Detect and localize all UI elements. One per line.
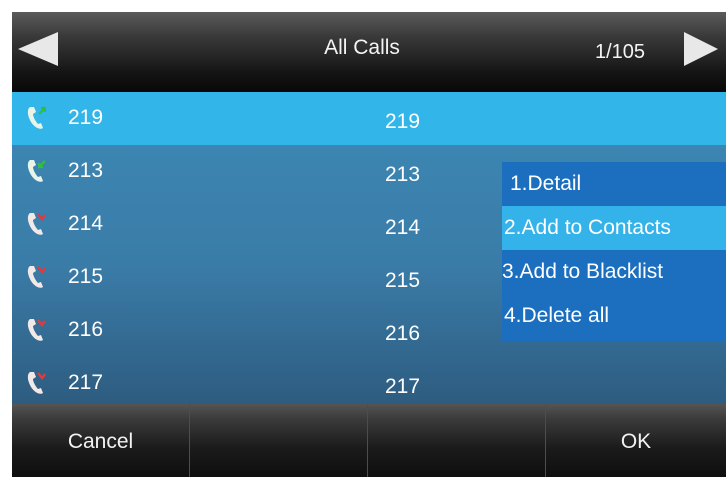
call-name: 215	[68, 265, 104, 288]
call-number: 215	[385, 269, 421, 292]
call-row[interactable]: 217 217	[12, 357, 726, 410]
header-bar: All Calls 1/105	[12, 12, 726, 92]
call-number: 217	[385, 375, 421, 398]
received-call-icon	[27, 160, 46, 182]
call-name: 216	[68, 318, 104, 341]
phone-screen: All Calls 1/105 219 219 213 213 214 214 …	[12, 12, 726, 477]
menu-item-add-to-contacts[interactable]: 2.Add to Contacts	[502, 206, 726, 250]
options-popup-menu: 1.Detail 2.Add to Contacts 3.Add to Blac…	[502, 162, 726, 342]
missed-call-icon	[27, 372, 46, 394]
missed-call-icon	[27, 266, 46, 288]
menu-item-add-to-blacklist[interactable]: 3.Add to Blacklist	[502, 250, 726, 294]
softkey-2[interactable]	[190, 404, 368, 477]
call-number: 214	[385, 216, 421, 239]
next-page-arrow-icon[interactable]	[684, 32, 718, 66]
call-name: 217	[68, 371, 104, 394]
call-number: 213	[385, 163, 421, 186]
call-name: 213	[68, 159, 104, 182]
cancel-softkey[interactable]: Cancel	[12, 404, 190, 477]
outgoing-call-icon	[27, 106, 46, 129]
menu-item-detail[interactable]: 1.Detail	[502, 162, 726, 206]
missed-call-icon	[27, 213, 46, 235]
ok-softkey[interactable]: OK	[546, 404, 726, 477]
page-title: All Calls	[324, 36, 400, 59]
softkey-bar: Cancel OK	[12, 404, 726, 477]
call-row[interactable]: 219 219	[12, 92, 726, 145]
call-number: 216	[385, 322, 421, 345]
softkey-3[interactable]	[368, 404, 546, 477]
missed-call-icon	[27, 319, 46, 341]
call-number: 219	[385, 110, 421, 133]
call-name: 214	[68, 212, 104, 235]
call-name: 219	[68, 106, 104, 129]
menu-item-delete-all[interactable]: 4.Delete all	[502, 294, 726, 338]
previous-page-arrow-icon[interactable]	[18, 32, 58, 66]
call-list: 219 219 213 213 214 214 215 215 216 216 …	[12, 92, 726, 404]
page-indicator: 1/105	[595, 41, 646, 63]
